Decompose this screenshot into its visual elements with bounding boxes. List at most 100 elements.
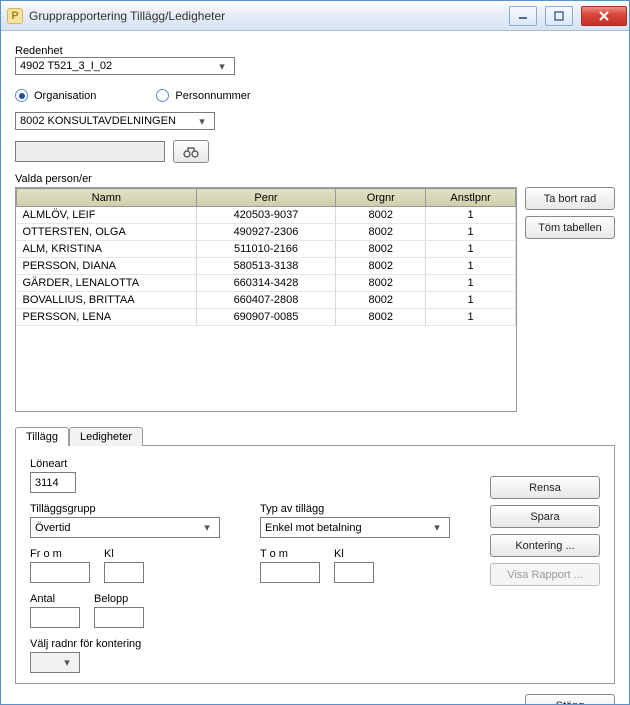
chevron-down-icon: ▾ <box>199 520 215 536</box>
belopp-label: Belopp <box>94 593 144 605</box>
tom-input[interactable] <box>260 562 320 583</box>
col-anstlpnr[interactable]: Anstlpnr <box>426 189 516 207</box>
personnummer-radio-label: Personnummer <box>175 90 250 102</box>
col-orgnr[interactable]: Orgnr <box>336 189 426 207</box>
table-cell: 8002 <box>336 309 426 326</box>
tab-panel: Löneart 3114 Tilläggsgrupp Övertid ▾ <box>15 445 615 684</box>
table-cell: 511010-2166 <box>196 241 336 258</box>
table-row[interactable]: ALM, KRISTINA511010-216680021 <box>17 241 516 258</box>
table-cell: 8002 <box>336 207 426 224</box>
chevron-down-icon: ▾ <box>429 520 445 536</box>
table-cell: 8002 <box>336 224 426 241</box>
redenhet-label: Redenhet <box>15 45 615 57</box>
table-cell: OTTERSTEN, OLGA <box>17 224 197 241</box>
remove-row-button[interactable]: Ta bort rad <box>525 187 615 210</box>
loneart-label: Löneart <box>30 458 230 470</box>
table-cell: ALM, KRISTINA <box>17 241 197 258</box>
organisation-radio-label: Organisation <box>34 90 96 102</box>
table-cell: 1 <box>426 309 516 326</box>
table-cell: 1 <box>426 241 516 258</box>
table-cell: 660407-2808 <box>196 292 336 309</box>
close-button[interactable] <box>581 6 627 26</box>
rensa-button[interactable]: Rensa <box>490 476 600 499</box>
table-cell: 490927-2306 <box>196 224 336 241</box>
org-value: 8002 KONSULTAVDELNINGEN <box>20 115 176 127</box>
tab-ledigheter[interactable]: Ledigheter <box>69 427 143 446</box>
organisation-radio[interactable] <box>15 89 28 102</box>
col-namn[interactable]: Namn <box>17 189 197 207</box>
antal-input[interactable] <box>30 607 80 628</box>
tom-label: T o m <box>260 548 320 560</box>
table-cell: 8002 <box>336 258 426 275</box>
belopp-input[interactable] <box>94 607 144 628</box>
app-window: P Grupprapportering Tillägg/Ledigheter R… <box>0 0 630 705</box>
close-dialog-button[interactable]: Stäng <box>525 694 615 704</box>
table-row[interactable]: PERSSON, LENA690907-008580021 <box>17 309 516 326</box>
minimize-icon <box>518 11 528 21</box>
from-kl-label: Kl <box>104 548 144 560</box>
org-select[interactable]: 8002 KONSULTAVDELNINGEN ▾ <box>15 112 215 130</box>
table-cell: 1 <box>426 224 516 241</box>
valj-radnr-label: Välj radnr för kontering <box>30 638 230 650</box>
search-button[interactable] <box>173 140 209 163</box>
table-row[interactable]: ALMLÖV, LEIF420503-903780021 <box>17 207 516 224</box>
clear-table-button[interactable]: Töm tabellen <box>525 216 615 239</box>
table-cell: 8002 <box>336 292 426 309</box>
table-cell: ALMLÖV, LEIF <box>17 207 197 224</box>
table-cell: 1 <box>426 258 516 275</box>
tillaggsgrupp-label: Tilläggsgrupp <box>30 503 230 515</box>
window-title: Grupprapportering Tillägg/Ledigheter <box>29 9 225 23</box>
typ-select[interactable]: Enkel mot betalning ▾ <box>260 517 450 538</box>
table-cell: 1 <box>426 275 516 292</box>
close-icon <box>598 10 610 22</box>
personnummer-radio[interactable] <box>156 89 169 102</box>
maximize-icon <box>554 11 564 21</box>
kontering-button[interactable]: Kontering ... <box>490 534 600 557</box>
table-row[interactable]: BOVALLIUS, BRITTAA660407-280880021 <box>17 292 516 309</box>
redenhet-select[interactable]: 4902 T521_3_I_02 ▾ <box>15 57 235 75</box>
visa-rapport-button[interactable]: Visa Rapport ... <box>490 563 600 586</box>
valda-label: Valda person/er <box>15 173 615 185</box>
tillaggsgrupp-select[interactable]: Övertid ▾ <box>30 517 220 538</box>
table-cell: 580513-3138 <box>196 258 336 275</box>
tom-kl-label: Kl <box>334 548 374 560</box>
table-cell: BOVALLIUS, BRITTAA <box>17 292 197 309</box>
from-label: Fr o m <box>30 548 90 560</box>
binoculars-icon <box>183 145 199 159</box>
col-penr[interactable]: Penr <box>196 189 336 207</box>
table-cell: GÄRDER, LENALOTTA <box>17 275 197 292</box>
client-area: Redenhet 4902 T521_3_I_02 ▾ Organisation… <box>1 31 629 704</box>
table-row[interactable]: OTTERSTEN, OLGA490927-230680021 <box>17 224 516 241</box>
table-cell: 420503-9037 <box>196 207 336 224</box>
table-cell: PERSSON, DIANA <box>17 258 197 275</box>
typ-label: Typ av tillägg <box>260 503 460 515</box>
table-cell: 690907-0085 <box>196 309 336 326</box>
table-cell: 8002 <box>336 275 426 292</box>
tom-kl-input[interactable] <box>334 562 374 583</box>
chevron-down-icon: ▾ <box>194 113 210 129</box>
table-row[interactable]: GÄRDER, LENALOTTA660314-342880021 <box>17 275 516 292</box>
chevron-down-icon: ▾ <box>59 655 75 671</box>
maximize-button[interactable] <box>545 6 573 26</box>
spara-button[interactable]: Spara <box>490 505 600 528</box>
table-row[interactable]: PERSSON, DIANA580513-313880021 <box>17 258 516 275</box>
loneart-input[interactable]: 3114 <box>30 472 76 493</box>
chevron-down-icon: ▾ <box>214 58 230 74</box>
table-cell: 8002 <box>336 241 426 258</box>
table-header-row: Namn Penr Orgnr Anstlpnr <box>17 189 516 207</box>
tab-tillagg[interactable]: Tillägg <box>15 427 69 446</box>
from-kl-input[interactable] <box>104 562 144 583</box>
antal-label: Antal <box>30 593 80 605</box>
minimize-button[interactable] <box>509 6 537 26</box>
table-cell: PERSSON, LENA <box>17 309 197 326</box>
persons-table: Namn Penr Orgnr Anstlpnr ALMLÖV, LEIF420… <box>15 187 517 412</box>
valj-radnr-select[interactable]: ▾ <box>30 652 80 673</box>
app-icon: P <box>7 8 23 24</box>
table-cell: 1 <box>426 292 516 309</box>
from-input[interactable] <box>30 562 90 583</box>
table-cell: 660314-3428 <box>196 275 336 292</box>
titlebar: P Grupprapportering Tillägg/Ledigheter <box>1 1 629 31</box>
redenhet-value: 4902 T521_3_I_02 <box>20 60 112 72</box>
search-input[interactable] <box>15 141 165 162</box>
table-cell: 1 <box>426 207 516 224</box>
